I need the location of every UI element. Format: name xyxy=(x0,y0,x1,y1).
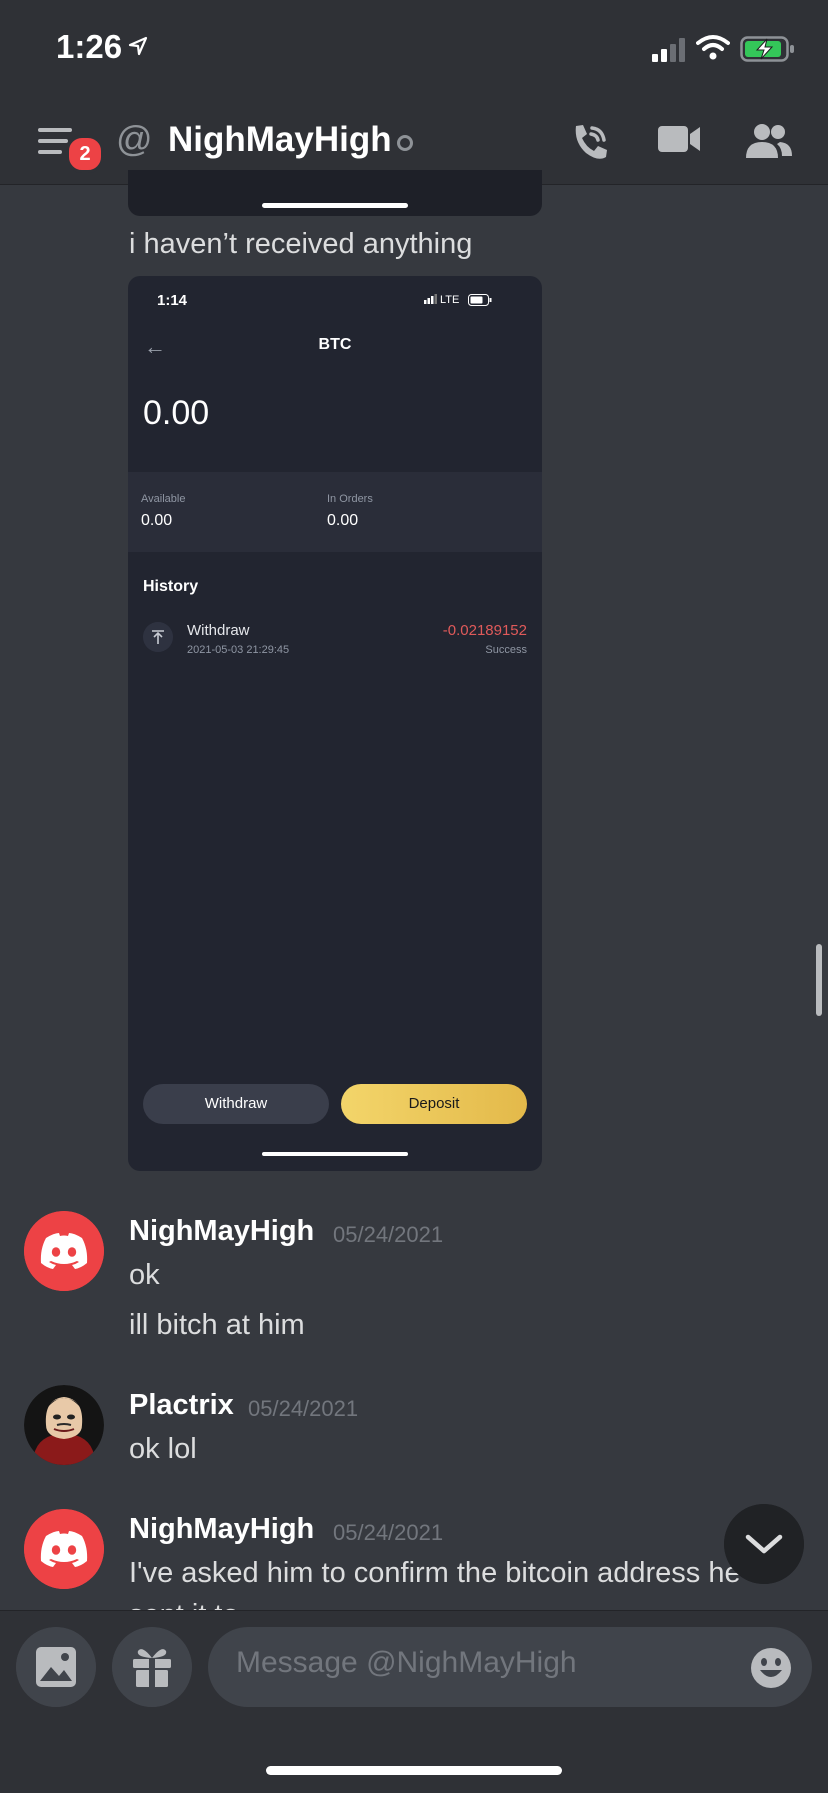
message-text: I've asked him to confirm the bitcoin ad… xyxy=(129,1557,741,1589)
wifi-icon xyxy=(696,35,730,60)
emoji-icon[interactable] xyxy=(750,1647,792,1689)
screenshot-title: BTC xyxy=(318,336,352,353)
screenshot-status-time: 1:14 xyxy=(157,292,188,309)
message-author[interactable]: NighMayHigh xyxy=(129,1215,314,1248)
channel-title[interactable]: NighMayHigh xyxy=(168,120,392,160)
available-label: Available xyxy=(141,493,186,505)
discord-avatar-icon[interactable] xyxy=(24,1509,104,1589)
jump-to-bottom-button[interactable] xyxy=(724,1504,804,1584)
discord-avatar-icon[interactable] xyxy=(24,1211,104,1291)
screenshot-deposit-button: Deposit xyxy=(341,1084,527,1124)
members-icon[interactable] xyxy=(744,122,794,160)
message-text: ill bitch at him xyxy=(129,1309,305,1341)
screenshot-balance: 0.00 xyxy=(143,394,210,432)
status-time: 1:26 xyxy=(56,28,123,65)
location-arrow-icon xyxy=(128,36,148,56)
at-sign-icon: @ xyxy=(116,118,153,159)
screenshot-tx-status: Success xyxy=(485,644,527,656)
screenshot-tx-type: Withdraw xyxy=(187,622,250,639)
screenshot-home-bar xyxy=(262,1152,408,1156)
message-timestamp: 05/24/2021 xyxy=(248,1396,359,1421)
screenshot-network-label: LTE xyxy=(440,294,460,306)
home-indicator xyxy=(266,1766,562,1775)
message-text: i haven’t received anything xyxy=(129,228,473,260)
user-avatar[interactable] xyxy=(24,1385,104,1465)
message-text: ok lol xyxy=(129,1433,197,1465)
battery-charging-icon xyxy=(740,36,794,62)
voice-call-icon[interactable] xyxy=(568,120,612,164)
screenshot-withdraw-button: Withdraw xyxy=(143,1084,329,1124)
screenshot-tx-date: 2021-05-03 21:29:45 xyxy=(187,644,290,656)
screenshot-tx-amount: -0.02189152 xyxy=(442,622,527,639)
in-orders-value: 0.00 xyxy=(327,512,359,529)
unread-badge: 2 xyxy=(66,135,104,173)
offline-status-icon xyxy=(397,135,413,151)
gift-icon[interactable] xyxy=(112,1627,192,1707)
screenshot-balance-stats: Available 0.00 In Orders 0.00 xyxy=(128,472,542,552)
screenshot-signal-icon xyxy=(424,294,437,304)
video-call-icon[interactable] xyxy=(656,122,702,158)
message-text: ok xyxy=(129,1259,160,1291)
screenshot-history-heading: History xyxy=(143,578,199,595)
withdraw-upload-icon xyxy=(143,622,173,652)
previous-screenshot-home-bar xyxy=(262,203,408,208)
message-timestamp: 05/24/2021 xyxy=(333,1520,444,1545)
previous-screenshot-attachment[interactable] xyxy=(128,170,542,216)
cellular-signal-icon xyxy=(652,38,685,62)
screenshot-attachment[interactable]: 1:14 LTE ← BTC 0.00 Available 0.00 In Or… xyxy=(128,276,542,1171)
message-author[interactable]: Plactrix xyxy=(129,1389,234,1422)
message-author[interactable]: NighMayHigh xyxy=(129,1513,314,1546)
message-input-placeholder[interactable]: Message @NighMayHigh xyxy=(236,1646,577,1680)
screenshot-battery-icon xyxy=(468,294,492,306)
message-timestamp: 05/24/2021 xyxy=(333,1222,444,1247)
in-orders-label: In Orders xyxy=(327,493,373,505)
scrollbar-thumb[interactable] xyxy=(816,944,822,1016)
available-value: 0.00 xyxy=(141,512,173,529)
image-upload-icon[interactable] xyxy=(16,1627,96,1707)
